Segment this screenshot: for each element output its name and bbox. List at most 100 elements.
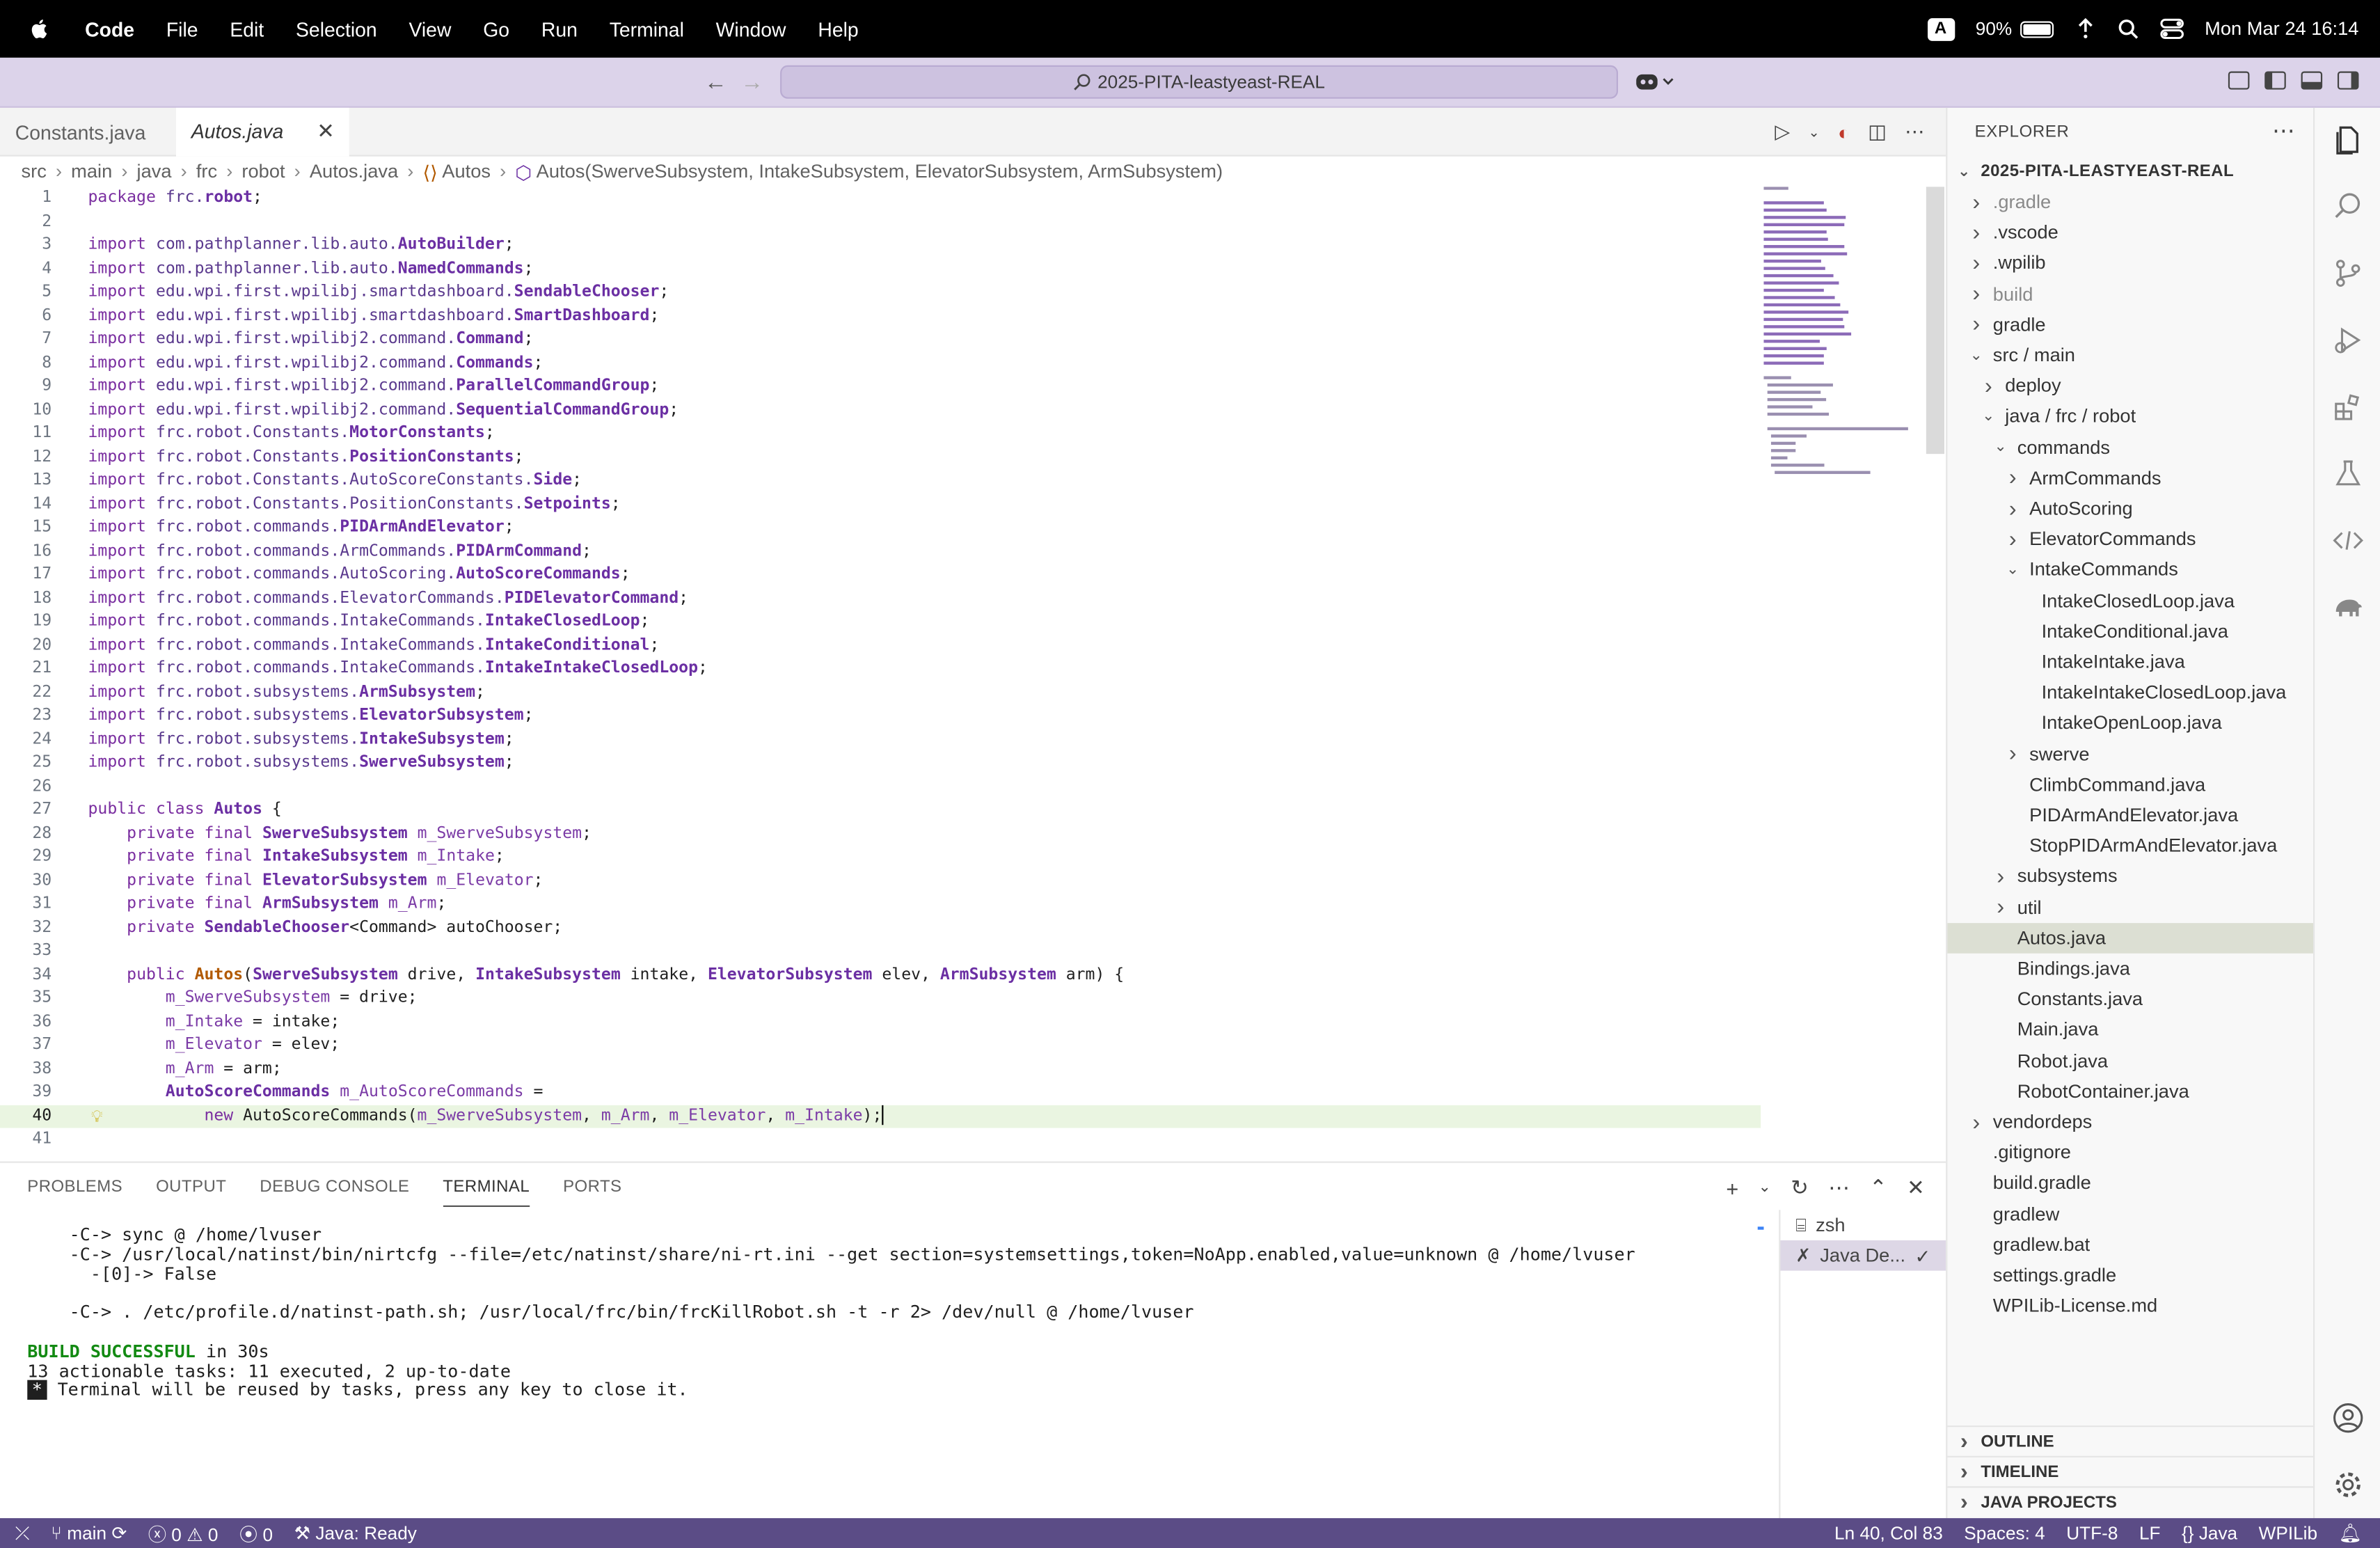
tree-folder[interactable]: › AutoScoring bbox=[1947, 493, 2315, 524]
breadcrumb-item[interactable]: Autos.java bbox=[310, 161, 398, 182]
tab-autos-java[interactable]: Autos.java ✕ bbox=[176, 107, 349, 157]
tree-folder[interactable]: › ArmCommands bbox=[1947, 463, 2315, 493]
code-line[interactable]: 37 m_Elevator = elev; bbox=[0, 1034, 1761, 1057]
code-line[interactable]: 3 import com.pathplanner.lib.auto.AutoBui… bbox=[0, 234, 1761, 258]
tree-file[interactable]: Main.java bbox=[1947, 1015, 2315, 1045]
code-line[interactable]: 32 private SendableChooser<Command> auto… bbox=[0, 916, 1761, 940]
tree-folder[interactable]: ⌄ src / main bbox=[1947, 340, 2315, 371]
remote-explorer-icon[interactable] bbox=[2331, 523, 2365, 557]
tab-debug-console[interactable]: DEBUG CONSOLE bbox=[260, 1178, 409, 1207]
code-line[interactable]: 24 import frc.robot.subsystems.IntakeSubs… bbox=[0, 728, 1761, 752]
java-status-indicator[interactable]: ⚒ Java: Ready bbox=[294, 1523, 417, 1545]
menu-help[interactable]: Help bbox=[818, 17, 858, 40]
indentation[interactable]: Spaces: 4 bbox=[1964, 1523, 2045, 1545]
breadcrumb-item[interactable]: main bbox=[71, 161, 112, 182]
code-line[interactable]: 28 private final SwerveSubsystem m_Swerv… bbox=[0, 822, 1761, 846]
language-mode[interactable]: {} Java bbox=[2182, 1523, 2237, 1545]
tree-folder[interactable]: › vendordeps bbox=[1947, 1107, 2315, 1137]
menu-window[interactable]: Window bbox=[716, 17, 786, 40]
manage-gear-icon[interactable] bbox=[2331, 1468, 2365, 1501]
tree-file[interactable]: IntakeIntake.java bbox=[1947, 647, 2315, 677]
run-and-debug-icon[interactable] bbox=[2331, 324, 2365, 357]
code-line[interactable]: 13 import frc.robot.Constants.AutoScoreCo… bbox=[0, 469, 1761, 493]
code-line[interactable]: 10 import edu.wpi.first.wpilibj2.command.… bbox=[0, 399, 1761, 422]
tree-folder[interactable]: › swerve bbox=[1947, 739, 2315, 769]
code-line[interactable]: 14 import frc.robot.Constants.PositionCon… bbox=[0, 493, 1761, 516]
tree-folder[interactable]: ⌄ IntakeCommands bbox=[1947, 555, 2315, 585]
toggle-primary-sidebar-icon[interactable] bbox=[2264, 71, 2286, 90]
tab-terminal[interactable]: TERMINAL bbox=[443, 1178, 530, 1207]
gradle-elephant-icon[interactable] bbox=[2331, 590, 2365, 624]
terminal-item-zsh[interactable]: ⌸ zsh bbox=[1780, 1210, 1946, 1240]
code-line[interactable]: 15 import frc.robot.commands.PIDArmAndEle… bbox=[0, 516, 1761, 540]
cursor-position[interactable]: Ln 40, Col 83 bbox=[1834, 1523, 1943, 1545]
code-line[interactable]: 40 new AutoScoreCommands(m_SwerveSubsyst… bbox=[0, 1104, 1761, 1128]
section-java-projects[interactable]: › JAVA PROJECTS bbox=[1947, 1486, 2315, 1517]
code-line[interactable]: 36 m_Intake = intake; bbox=[0, 1011, 1761, 1034]
code-line[interactable]: 41 bbox=[0, 1128, 1761, 1152]
tree-folder[interactable]: › .wpilib bbox=[1947, 248, 2315, 278]
code-line[interactable]: 27 public class Autos { bbox=[0, 798, 1761, 822]
end-of-line[interactable]: LF bbox=[2139, 1523, 2161, 1545]
source-control-icon[interactable] bbox=[2331, 257, 2365, 290]
customize-layout-icon[interactable] bbox=[2228, 71, 2250, 90]
branch-indicator[interactable]: ⑂ main ⟳ bbox=[51, 1523, 127, 1545]
tree-folder[interactable]: › build bbox=[1947, 278, 2315, 309]
account-icon[interactable] bbox=[2331, 1401, 2365, 1435]
more-actions-icon[interactable]: ⋯ bbox=[1905, 120, 1924, 144]
menu-app[interactable]: Code bbox=[85, 17, 134, 40]
rerun-task-icon[interactable]: ↻ bbox=[1791, 1175, 1809, 1201]
tab-output[interactable]: OUTPUT bbox=[156, 1178, 226, 1207]
tree-folder[interactable]: › subsystems bbox=[1947, 862, 2315, 892]
menu-selection[interactable]: Selection bbox=[296, 17, 377, 40]
tree-folder[interactable]: › .gradle bbox=[1947, 187, 2315, 217]
tree-file[interactable]: gradlew.bat bbox=[1947, 1229, 2315, 1260]
terminal-output[interactable]: -C-> sync @ /home/lvuser -C-> /usr/local… bbox=[27, 1225, 1635, 1400]
code-line[interactable]: 25 import frc.robot.subsystems.SwerveSubs… bbox=[0, 752, 1761, 775]
tree-file[interactable]: build.gradle bbox=[1947, 1168, 2315, 1199]
code-line[interactable]: 9 import edu.wpi.first.wpilibj2.command.P… bbox=[0, 375, 1761, 399]
code-line[interactable]: 11 import frc.robot.Constants.MotorConsta… bbox=[0, 422, 1761, 445]
tree-file[interactable]: StopPIDArmAndElevator.java bbox=[1947, 830, 2315, 861]
tree-file[interactable]: WPILib-License.md bbox=[1947, 1290, 2315, 1321]
ports-indicator[interactable]: ⦿ 0 bbox=[239, 1520, 273, 1546]
tree-file[interactable]: Constants.java bbox=[1947, 984, 2315, 1015]
menu-terminal[interactable]: Terminal bbox=[610, 17, 684, 40]
breadcrumb-item[interactable]: src bbox=[22, 161, 47, 182]
go-forward-icon[interactable]: → bbox=[740, 70, 763, 95]
tree-folder[interactable]: › deploy bbox=[1947, 371, 2315, 402]
split-editor-icon[interactable]: ◫ bbox=[1868, 120, 1887, 144]
wpilib-indicator[interactable]: WPILib bbox=[2259, 1523, 2317, 1545]
code-line[interactable]: 19 import frc.robot.commands.IntakeComman… bbox=[0, 610, 1761, 634]
go-back-icon[interactable]: ← bbox=[704, 70, 727, 95]
code-line[interactable]: 33 bbox=[0, 940, 1761, 963]
run-java-icon[interactable]: ▷ bbox=[1775, 120, 1790, 144]
maximize-panel-icon[interactable]: ⌃ bbox=[1869, 1175, 1887, 1201]
code-line[interactable]: 8 import edu.wpi.first.wpilibj2.command.C… bbox=[0, 352, 1761, 375]
apple-icon[interactable] bbox=[27, 17, 51, 41]
tree-folder[interactable]: ⌄ java / frc / robot bbox=[1947, 402, 2315, 432]
tree-file[interactable]: PIDArmAndElevator.java bbox=[1947, 800, 2315, 830]
tree-file[interactable]: ClimbCommand.java bbox=[1947, 769, 2315, 800]
explorer-more-icon[interactable]: ⋯ bbox=[2272, 117, 2295, 144]
spotlight-search-icon[interactable] bbox=[2117, 18, 2139, 40]
lightbulb-icon[interactable]: 💡︎ bbox=[91, 1105, 103, 1128]
tree-file[interactable]: IntakeOpenLoop.java bbox=[1947, 708, 2315, 739]
panel-more-icon[interactable]: ⋯ bbox=[1828, 1175, 1850, 1201]
minimap[interactable] bbox=[1761, 187, 1925, 490]
code-line[interactable]: 26 bbox=[0, 775, 1761, 798]
toggle-panel-icon[interactable] bbox=[2301, 71, 2323, 90]
tree-folder[interactable]: › ElevatorCommands bbox=[1947, 524, 2315, 555]
code-line[interactable]: 1 package frc.robot; bbox=[0, 187, 1761, 210]
code-line[interactable]: 39 AutoScoreCommands m_AutoScoreCommands… bbox=[0, 1081, 1761, 1105]
tree-file[interactable]: IntakeIntakeClosedLoop.java bbox=[1947, 677, 2315, 708]
breadcrumb-item[interactable]: Autos bbox=[442, 161, 491, 182]
code-line[interactable]: 21 import frc.robot.commands.IntakeComman… bbox=[0, 657, 1761, 681]
tree-file[interactable]: IntakeConditional.java bbox=[1947, 616, 2315, 647]
code-line[interactable]: 5 import edu.wpi.first.wpilibj.smartdashb… bbox=[0, 281, 1761, 305]
code-line[interactable]: 6 import edu.wpi.first.wpilibj.smartdashb… bbox=[0, 304, 1761, 328]
breadcrumb-item[interactable]: robot bbox=[241, 161, 285, 182]
terminal-item-java-debug[interactable]: ✗ Java De... ✓ bbox=[1780, 1240, 1946, 1271]
tree-file[interactable]: RobotContainer.java bbox=[1947, 1076, 2315, 1107]
code-line[interactable]: 7 import edu.wpi.first.wpilibj2.command.C… bbox=[0, 328, 1761, 352]
